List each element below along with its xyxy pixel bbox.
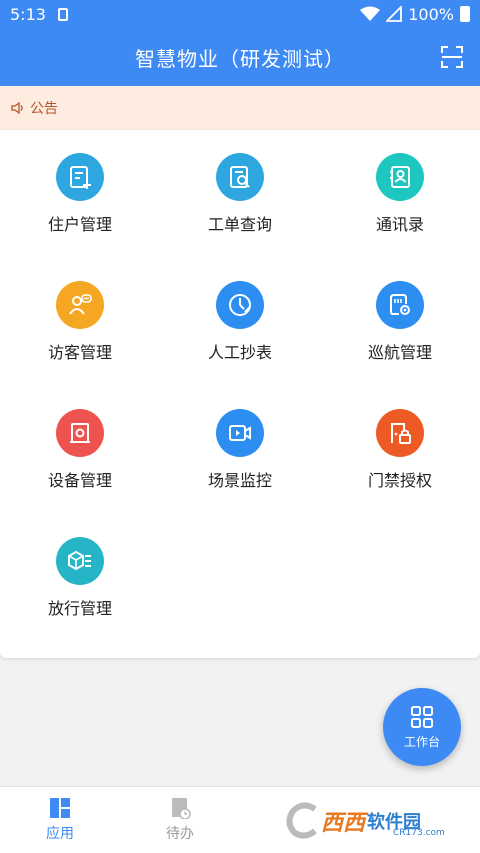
grid-item-label: 通讯录 [375, 215, 424, 234]
nav-todo[interactable]: 待办 [120, 787, 240, 853]
video-monitor-icon [216, 409, 264, 457]
device-icon [56, 409, 104, 457]
grid-item-visitor[interactable]: 访客管理 [0, 258, 160, 386]
nav-apps[interactable]: 应用 [0, 787, 120, 853]
grid-item-resident[interactable]: 住户管理 [0, 130, 160, 258]
grid-item-label: 工单查询 [207, 215, 272, 234]
apps-icon [50, 798, 70, 818]
grid-item-label: 人工抄表 [207, 343, 272, 362]
notice-bar[interactable]: 公告 [0, 86, 480, 130]
watermark-c-icon [286, 802, 317, 839]
grid-item-label: 门禁授权 [367, 471, 432, 490]
battery-icon [460, 6, 470, 22]
resident-doc-add-icon [56, 153, 104, 201]
nav-todo-label: 待办 [166, 826, 194, 842]
release-box-icon [56, 537, 104, 585]
grid-item-label: 场景监控 [207, 471, 272, 490]
patrol-icon [376, 281, 424, 329]
grid-item-contacts[interactable]: 通讯录 [320, 130, 480, 258]
speaker-icon [11, 101, 23, 115]
app-grid: 住户管理 工单查询 通讯录 访客管理 人工抄表 巡航管理 设备管理 场景监控 门… [0, 130, 480, 658]
grid-icon [411, 705, 433, 728]
grid-item-video[interactable]: 场景监控 [160, 386, 320, 514]
work-order-search-icon [216, 153, 264, 201]
wifi-icon [360, 6, 381, 21]
meter-icon [216, 281, 264, 329]
app-bar: 智慧物业（研发测试） [0, 28, 480, 86]
watermark-brand: 西西 [321, 811, 366, 836]
grid-item-label: 设备管理 [47, 471, 112, 490]
todo-icon [172, 798, 191, 819]
grid-item-label: 放行管理 [47, 599, 112, 618]
access-lock-icon [376, 409, 424, 457]
fab-label: 工作台 [403, 734, 440, 749]
grid-item-patrol[interactable]: 巡航管理 [320, 258, 480, 386]
sim-card-icon [57, 7, 68, 21]
workbench-fab[interactable]: 工作台 [383, 688, 461, 766]
grid-item-label: 巡航管理 [367, 343, 432, 362]
watermark-site: CR173.com [393, 828, 445, 838]
grid-item-meter[interactable]: 人工抄表 [160, 258, 320, 386]
grid-item-label: 住户管理 [47, 215, 112, 234]
grid-item-label: 访客管理 [47, 343, 112, 362]
scan-icon[interactable] [440, 45, 464, 69]
nav-apps-label: 应用 [46, 826, 74, 842]
signal-icon [386, 6, 403, 22]
status-right: 100% [360, 5, 470, 24]
status-time: 5:13 [10, 4, 46, 24]
contacts-icon [376, 153, 424, 201]
watermark-logo: 西西 软件园 CR173.com [285, 798, 465, 844]
grid-item-work-order[interactable]: 工单查询 [160, 130, 320, 258]
grid-item-release[interactable]: 放行管理 [0, 514, 160, 642]
page-title: 智慧物业（研发测试） [135, 46, 345, 71]
notice-label: 公告 [30, 101, 58, 117]
status-bar: 5:13 100% [0, 0, 480, 28]
grid-item-device[interactable]: 设备管理 [0, 386, 160, 514]
visitor-icon [56, 281, 104, 329]
battery-percent: 100% [408, 4, 454, 24]
grid-item-access[interactable]: 门禁授权 [320, 386, 480, 514]
